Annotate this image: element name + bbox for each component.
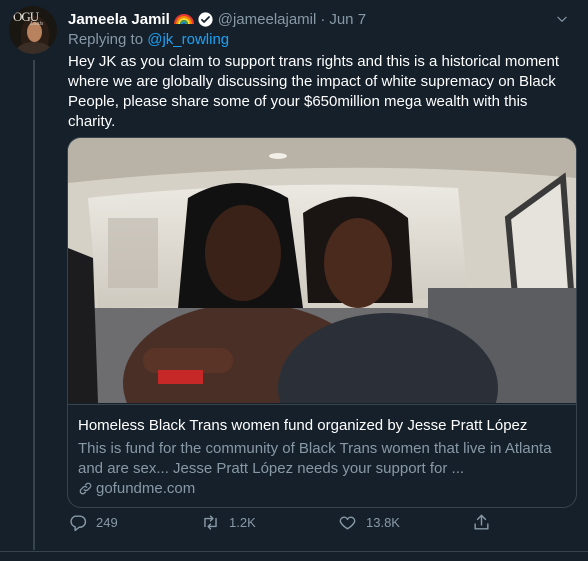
card-image[interactable]	[68, 138, 576, 403]
tweet-date[interactable]: Jun 7	[329, 11, 366, 28]
tweet-text: Hey JK as you claim to support trans rig…	[68, 53, 560, 130]
retweet-button[interactable]: 1.2K	[201, 513, 256, 532]
avatar-subtext: Louis	[30, 21, 44, 27]
verified-icon	[198, 11, 213, 27]
author-handle[interactable]: @jameelajamil	[218, 11, 317, 28]
replying-to-link[interactable]: @jk_rowling	[147, 31, 229, 48]
like-icon	[339, 516, 356, 530]
retweet-icon	[204, 515, 217, 530]
card-info[interactable]: Homeless Black Trans women fund organize…	[68, 404, 576, 507]
author-name[interactable]: Jameela Jamil	[68, 11, 170, 28]
header-separator: ·	[320, 10, 326, 28]
thread-line	[33, 60, 35, 550]
card-domain-row[interactable]: gofundme.com	[78, 480, 195, 497]
like-count: 13.8K	[366, 515, 400, 530]
avatar-shoulder	[17, 42, 51, 54]
share-button[interactable]	[472, 513, 500, 532]
caret-down-icon[interactable]	[555, 12, 569, 26]
reply-button[interactable]: 249	[68, 513, 118, 532]
rainbow-icon	[173, 13, 194, 24]
card-title[interactable]: Homeless Black Trans women fund organize…	[78, 417, 527, 434]
tweet-header: Jameela Jamil @jameelajamil · Jun 7	[68, 9, 366, 29]
action-bar: 249 1.2K 13.8K	[68, 513, 508, 535]
link-card[interactable]: Homeless Black Trans women fund organize…	[67, 137, 577, 508]
avatar[interactable]: OGU Louis	[9, 6, 57, 54]
link-icon	[79, 482, 92, 495]
card-domain: gofundme.com	[96, 480, 196, 497]
tweet-divider	[0, 551, 588, 552]
like-button[interactable]: 13.8K	[338, 513, 400, 532]
reply-count: 249	[96, 515, 118, 530]
retweet-count: 1.2K	[229, 515, 256, 530]
share-icon	[474, 514, 489, 530]
reply-icon	[70, 515, 87, 532]
card-description: This is fund for the community of Black …	[78, 440, 552, 477]
replying-to: Replying to @jk_rowling	[68, 31, 229, 48]
replying-prefix: Replying to	[68, 31, 144, 48]
